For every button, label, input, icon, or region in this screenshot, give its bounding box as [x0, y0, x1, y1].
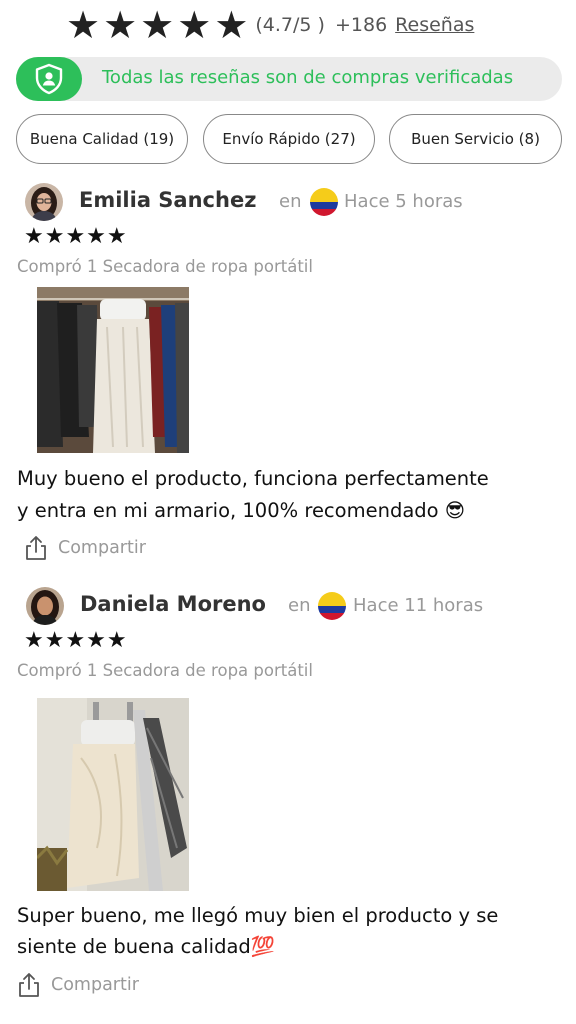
verified-purchases-banner: Todas las reseñas son de compras verific… [16, 57, 562, 101]
reviewer-name: Daniela Moreno [80, 592, 266, 616]
review-photo[interactable] [37, 287, 189, 453]
country-prefix: en [279, 191, 302, 212]
share-label: Compartir [51, 975, 139, 995]
shield-user-icon [16, 57, 82, 101]
review-stars: ★★★★★ [24, 224, 128, 249]
colombia-flag-icon [310, 188, 338, 216]
share-icon [19, 973, 39, 997]
share-button[interactable]: Compartir [24, 535, 146, 561]
chip-buena-calidad[interactable]: Buena Calidad (19) [16, 114, 188, 164]
colombia-flag-icon [318, 592, 346, 620]
review-text-line: Muy bueno el producto, funciona perfecta… [17, 467, 489, 490]
verified-text: Todas las reseñas son de compras verific… [102, 67, 514, 88]
review-time: Hace 5 horas [344, 191, 463, 212]
star-icon: ★ [66, 3, 101, 47]
review-photo[interactable] [37, 698, 189, 891]
purchase-info: Compró 1 Secadora de ropa portátil [17, 257, 313, 276]
rating-score: (4.7/5 ) [255, 14, 325, 36]
rating-summary: ★ ★ ★ ★ ★ (4.7/5 ) +186 Reseñas [66, 4, 474, 46]
reviewer-name: Emilia Sanchez [79, 188, 257, 212]
review-text-line: siente de buena calidad💯 [17, 935, 276, 958]
chip-envio-rapido[interactable]: Envío Rápido (27) [203, 114, 375, 164]
chip-buen-servicio[interactable]: Buen Servicio (8) [389, 114, 562, 164]
share-label: Compartir [58, 538, 146, 558]
review-stars: ★★★★★ [24, 628, 128, 653]
review-text-line: Super bueno, me llegó muy bien el produc… [17, 904, 499, 927]
star-icon: ★ [140, 3, 175, 47]
avatar [25, 183, 63, 221]
share-button[interactable]: Compartir [17, 972, 139, 998]
share-icon [26, 536, 46, 560]
avatar [26, 587, 64, 625]
country-prefix: en [288, 595, 311, 616]
review-text-line: y entra en mi armario, 100% recomendado … [17, 499, 466, 522]
star-icon: ★ [177, 3, 212, 47]
review-count: +186 [334, 14, 388, 36]
star-icon: ★ [214, 3, 249, 47]
purchase-info: Compró 1 Secadora de ropa portátil [17, 661, 313, 680]
reviews-link[interactable]: Reseñas [395, 14, 474, 36]
star-icon: ★ [103, 3, 138, 47]
review-time: Hace 11 horas [353, 595, 484, 616]
